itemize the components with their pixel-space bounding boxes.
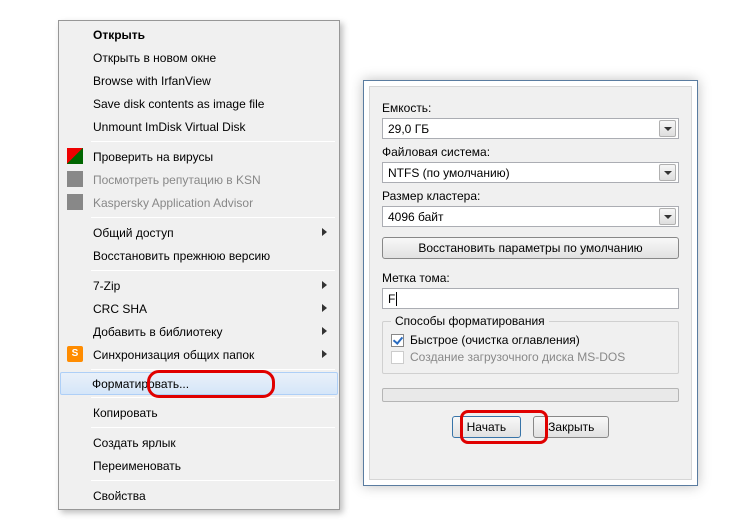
chevron-right-icon <box>322 350 327 358</box>
separator <box>91 141 335 142</box>
close-button[interactable]: Закрыть <box>533 416 609 438</box>
filesystem-dropdown[interactable]: NTFS (по умолчанию) <box>382 162 679 183</box>
menu-sync-folders[interactable]: S Синхронизация общих папок <box>61 343 337 366</box>
menu-label: Открыть в новом окне <box>93 51 216 65</box>
menu-create-shortcut[interactable]: Создать ярлык <box>61 431 337 454</box>
progress-bar <box>382 388 679 402</box>
volume-label: Метка тома: <box>382 271 679 285</box>
menu-ksn-reputation: Посмотреть репутацию в KSN <box>61 168 337 191</box>
separator <box>91 217 335 218</box>
button-row: Начать Закрыть <box>382 416 679 438</box>
dropdown-value: 29,0 ГБ <box>388 122 429 136</box>
chevron-right-icon <box>322 228 327 236</box>
cluster-dropdown[interactable]: 4096 байт <box>382 206 679 227</box>
menu-label: Копировать <box>93 406 158 420</box>
menu-label: 7-Zip <box>93 279 120 293</box>
dropdown-button[interactable] <box>659 164 676 181</box>
volume-input[interactable]: F <box>382 288 679 309</box>
separator <box>91 369 335 370</box>
chevron-right-icon <box>322 327 327 335</box>
button-label: Начать <box>467 420 507 434</box>
menu-label: Создать ярлык <box>93 436 176 450</box>
format-dialog: Емкость: 29,0 ГБ Файловая система: NTFS … <box>363 80 698 486</box>
capacity-dropdown[interactable]: 29,0 ГБ <box>382 118 679 139</box>
sync-icon: S <box>67 346 83 362</box>
menu-7zip[interactable]: 7-Zip <box>61 274 337 297</box>
group-title: Способы форматирования <box>391 314 549 328</box>
menu-label: Свойства <box>93 489 146 503</box>
menu-kaspersky-advisor: Kaspersky Application Advisor <box>61 191 337 214</box>
restore-defaults-button[interactable]: Восстановить параметры по умолчанию <box>382 237 679 259</box>
menu-label: Синхронизация общих папок <box>93 348 254 362</box>
menu-share[interactable]: Общий доступ <box>61 221 337 244</box>
chevron-down-icon <box>664 127 672 131</box>
menu-label: Добавить в библиотеку <box>93 325 223 339</box>
menu-crc-sha[interactable]: CRC SHA <box>61 297 337 320</box>
menu-label: Открыть <box>93 28 145 42</box>
menu-label: Посмотреть репутацию в KSN <box>93 173 261 187</box>
capacity-label: Емкость: <box>382 101 679 115</box>
dialog-frame: Емкость: 29,0 ГБ Файловая система: NTFS … <box>369 86 692 480</box>
menu-rename[interactable]: Переименовать <box>61 454 337 477</box>
separator <box>91 480 335 481</box>
kaspersky-icon <box>67 171 83 187</box>
menu-label: Форматировать... <box>92 377 189 391</box>
menu-restore-previous[interactable]: Восстановить прежнюю версию <box>61 244 337 267</box>
msdos-boot-checkbox <box>391 351 404 364</box>
chevron-right-icon <box>322 304 327 312</box>
context-menu: Открыть Открыть в новом окне Browse with… <box>58 20 340 510</box>
quick-format-checkbox[interactable] <box>391 334 404 347</box>
menu-label: CRC SHA <box>93 302 147 316</box>
separator <box>91 270 335 271</box>
cluster-label: Размер кластера: <box>382 189 679 203</box>
dropdown-value: NTFS (по умолчанию) <box>388 166 510 180</box>
menu-save-disk-image[interactable]: Save disk contents as image file <box>61 92 337 115</box>
dropdown-button[interactable] <box>659 120 676 137</box>
button-label: Восстановить параметры по умолчанию <box>418 241 642 255</box>
start-button[interactable]: Начать <box>452 416 522 438</box>
menu-open[interactable]: Открыть <box>61 23 337 46</box>
button-label: Закрыть <box>548 420 594 434</box>
menu-properties[interactable]: Свойства <box>61 484 337 507</box>
menu-label: Проверить на вирусы <box>93 150 213 164</box>
separator <box>91 397 335 398</box>
menu-scan-virus[interactable]: Проверить на вирусы <box>61 145 337 168</box>
separator <box>91 427 335 428</box>
filesystem-label: Файловая система: <box>382 145 679 159</box>
menu-label: Восстановить прежнюю версию <box>93 249 270 263</box>
menu-unmount-imdisk[interactable]: Unmount ImDisk Virtual Disk <box>61 115 337 138</box>
chevron-right-icon <box>322 281 327 289</box>
menu-add-library[interactable]: Добавить в библиотеку <box>61 320 337 343</box>
menu-label: Browse with IrfanView <box>93 74 211 88</box>
format-methods-group: Способы форматирования Быстрое (очистка … <box>382 321 679 374</box>
menu-browse-irfanview[interactable]: Browse with IrfanView <box>61 69 337 92</box>
menu-label: Переименовать <box>93 459 181 473</box>
kaspersky-icon <box>67 148 83 164</box>
menu-label: Save disk contents as image file <box>93 97 264 111</box>
menu-copy[interactable]: Копировать <box>61 401 337 424</box>
checkbox-label: Создание загрузочного диска MS-DOS <box>410 350 625 364</box>
input-value: F <box>388 292 395 306</box>
chevron-down-icon <box>664 215 672 219</box>
menu-open-new-window[interactable]: Открыть в новом окне <box>61 46 337 69</box>
text-cursor <box>396 292 397 306</box>
chevron-down-icon <box>664 171 672 175</box>
menu-label: Unmount ImDisk Virtual Disk <box>93 120 245 134</box>
dropdown-button[interactable] <box>659 208 676 225</box>
menu-label: Kaspersky Application Advisor <box>93 196 253 210</box>
menu-format[interactable]: Форматировать... <box>60 372 338 395</box>
checkbox-label: Быстрое (очистка оглавления) <box>410 333 580 347</box>
menu-label: Общий доступ <box>93 226 174 240</box>
kaspersky-icon <box>67 194 83 210</box>
dropdown-value: 4096 байт <box>388 210 444 224</box>
